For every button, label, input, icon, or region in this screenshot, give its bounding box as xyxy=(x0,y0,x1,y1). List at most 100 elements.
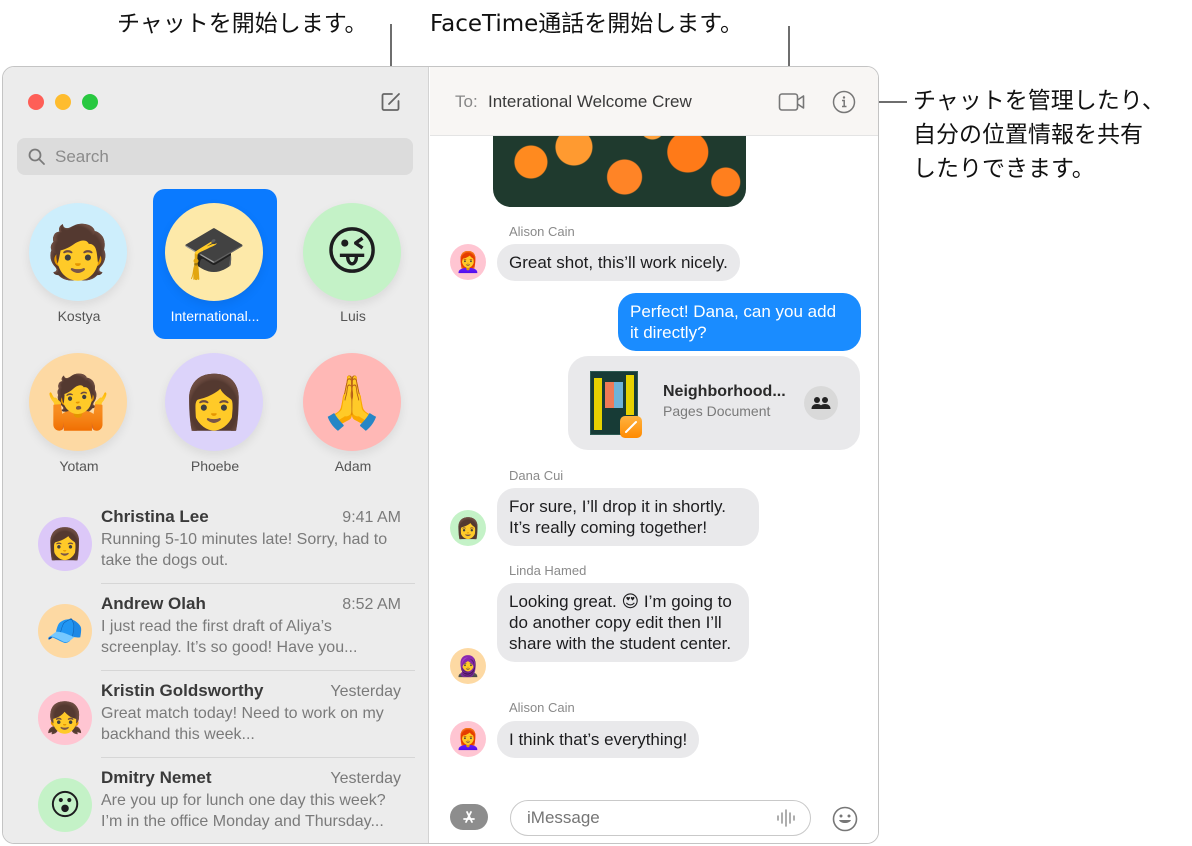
sender-name: Alison Cain xyxy=(509,224,575,239)
conversation-time: Yesterday xyxy=(330,770,401,787)
minimize-button[interactable] xyxy=(55,94,71,110)
pinned-label: Kostya xyxy=(57,308,101,324)
conversation-time: Yesterday xyxy=(330,683,401,700)
composer xyxy=(430,783,878,843)
avatar: 🙏 xyxy=(303,353,401,451)
info-icon xyxy=(832,90,856,114)
message-bubble[interactable]: I think that’s everything! xyxy=(497,721,700,758)
message-bubble[interactable]: Looking great. 😍 I’m going to do another… xyxy=(497,583,749,662)
message-bubble[interactable]: Great shot, this’ll work nicely. xyxy=(497,244,740,281)
emoji-button[interactable] xyxy=(832,806,858,832)
pages-app-icon xyxy=(620,416,642,438)
to-label: To: xyxy=(455,92,478,111)
callout-details-line-2: 自分の位置情報を共有 xyxy=(913,122,1143,148)
memoji-icon: 👩 xyxy=(455,517,481,540)
conversation-preview: Running 5-10 minutes late! Sorry, had to… xyxy=(101,531,388,569)
memoji-icon: 👩‍🦰 xyxy=(455,251,481,274)
sidebar: Search 🧑 Kostya 🎓 International... 😜 Lui… xyxy=(3,67,429,843)
pinned-label: International... xyxy=(170,308,260,324)
avatar: 🎓 xyxy=(165,203,263,301)
close-button[interactable] xyxy=(28,94,44,110)
pinned-phoebe[interactable]: 👩 Phoebe xyxy=(153,339,277,489)
thumbnail-graphic xyxy=(605,382,623,408)
memoji-icon: 👧 xyxy=(46,701,84,735)
avatar: 👩 xyxy=(450,510,486,546)
graduation-cap-icon: 🎓 xyxy=(181,223,247,282)
avatar: 😜 xyxy=(303,203,401,301)
conversation-preview: I just read the first draft of Aliya’s s… xyxy=(101,618,358,656)
message-bubble[interactable]: For sure, I’ll drop it in shortly. It’s … xyxy=(497,488,759,546)
magnifier-icon xyxy=(28,148,45,165)
memoji-icon: 🧑 xyxy=(45,223,111,282)
pinned-international-welcome-crew[interactable]: 🎓 International... xyxy=(153,189,277,339)
callout-facetime: FaceTime通話を開始します。 xyxy=(430,11,743,37)
memoji-icon: 😮 xyxy=(49,788,81,822)
chat-pane: To: Interational Welcome Crew Alison Cai… xyxy=(430,67,878,843)
conversation-item[interactable]: 😮 Dmitry Nemet Yesterday Are you up for … xyxy=(3,758,429,843)
pinned-label: Adam xyxy=(334,458,372,474)
document-type: Pages Document xyxy=(663,403,771,419)
conversation-item[interactable]: 👧 Kristin Goldsworthy Yesterday Great ma… xyxy=(3,671,429,758)
recipient-name[interactable]: Interational Welcome Crew xyxy=(488,92,692,112)
conversation-preview: Great match today! Need to work on my ba… xyxy=(101,705,384,743)
memoji-icon: 👩 xyxy=(181,373,247,432)
message-input[interactable] xyxy=(510,800,811,836)
memoji-icon: 🙏 xyxy=(319,373,385,432)
avatar: 👩‍🦰 xyxy=(450,244,486,280)
document-attachment[interactable]: Neighborhood... Pages Document xyxy=(568,356,860,450)
message-bubble-outgoing[interactable]: Perfect! Dana, can you add it directly? xyxy=(618,293,861,351)
callout-details: チャットを管理したり、 自分の位置情報を共有 したりできます。 xyxy=(913,84,1165,186)
people-icon xyxy=(811,397,831,409)
conversation-list: 👩 Christina Lee 9:41 AM Running 5-10 min… xyxy=(3,497,429,843)
conversation-item[interactable]: 👩 Christina Lee 9:41 AM Running 5-10 min… xyxy=(3,497,429,584)
memoji-icon: 🤷 xyxy=(45,373,111,432)
callout-new-chat: チャットを開始します。 xyxy=(117,11,368,37)
pinned-kostya[interactable]: 🧑 Kostya xyxy=(17,189,141,339)
details-button[interactable] xyxy=(832,90,856,114)
video-camera-icon xyxy=(778,93,805,111)
memoji-icon: 🧕 xyxy=(455,655,481,678)
collaboration-button[interactable] xyxy=(804,386,838,420)
avatar: 👩 xyxy=(38,517,92,571)
conversation-name: Kristin Goldsworthy xyxy=(101,681,264,700)
avatar: 🧑 xyxy=(29,203,127,301)
conversation-name: Christina Lee xyxy=(101,507,209,526)
search-placeholder: Search xyxy=(55,146,109,166)
avatar: 👩 xyxy=(165,353,263,451)
pinned-label: Yotam xyxy=(59,458,99,474)
pinned-adam[interactable]: 🙏 Adam xyxy=(291,339,415,489)
conversation-time: 9:41 AM xyxy=(342,509,401,526)
messages-window: Search 🧑 Kostya 🎓 International... 😜 Lui… xyxy=(2,66,879,844)
audio-message-icon[interactable] xyxy=(776,808,798,828)
thumbnail-graphic xyxy=(626,375,634,415)
app-store-icon xyxy=(463,811,475,823)
conversation-preview: Are you up for lunch one day this week? … xyxy=(101,792,386,830)
conversation-item[interactable]: 🧢 Andrew Olah 8:52 AM I just read the fi… xyxy=(3,584,429,671)
conversation-time: 8:52 AM xyxy=(342,596,401,613)
pinned-luis[interactable]: 😜 Luis xyxy=(291,189,415,339)
conversation-name: Dmitry Nemet xyxy=(101,768,212,787)
pinned-label: Luis xyxy=(340,308,366,324)
avatar: 🧕 xyxy=(450,648,486,684)
document-name: Neighborhood... xyxy=(663,383,786,400)
avatar: 🤷 xyxy=(29,353,127,451)
apps-button[interactable] xyxy=(450,804,488,830)
thumbnail-graphic xyxy=(594,378,602,430)
compose-button[interactable] xyxy=(380,91,402,113)
conversation-name: Andrew Olah xyxy=(101,594,206,613)
sender-name: Linda Hamed xyxy=(509,563,587,578)
facetime-button[interactable] xyxy=(778,91,806,113)
pinned-label: Phoebe xyxy=(190,458,240,474)
sender-name: Alison Cain xyxy=(509,700,575,715)
avatar: 👧 xyxy=(38,691,92,745)
sender-name: Dana Cui xyxy=(509,468,564,483)
maximize-button[interactable] xyxy=(82,94,98,110)
pinned-yotam[interactable]: 🤷 Yotam xyxy=(17,339,141,489)
memoji-icon: 😜 xyxy=(324,223,380,281)
avatar: 😮 xyxy=(38,778,92,832)
compose-icon xyxy=(381,93,400,111)
avatar: 🧢 xyxy=(38,604,92,658)
memoji-icon: 👩‍🦰 xyxy=(455,728,481,751)
search-field[interactable]: Search xyxy=(17,138,413,175)
memoji-icon: 👩 xyxy=(46,527,84,561)
